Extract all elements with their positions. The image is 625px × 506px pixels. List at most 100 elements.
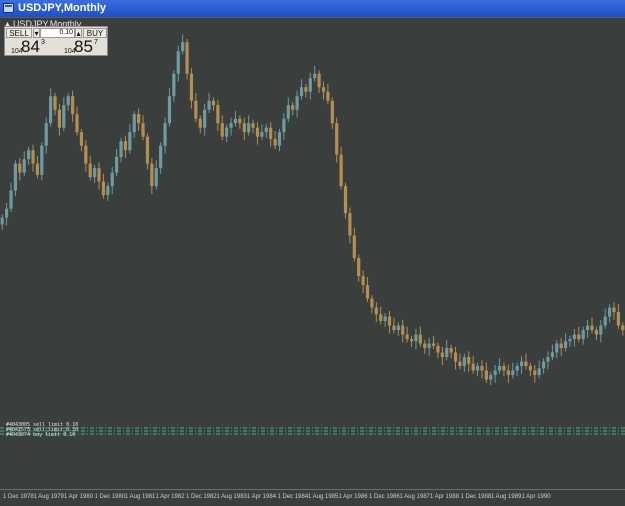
candle-body <box>264 127 268 133</box>
candle-body <box>119 141 123 157</box>
window-title: USDJPY,Monthly <box>18 2 107 14</box>
candle-body <box>128 132 132 151</box>
time-tick: 1 Apr 1988 <box>430 494 460 500</box>
candle-body <box>343 186 348 214</box>
candle-body <box>225 127 229 137</box>
time-tick: 1 Dec 1978 <box>3 494 34 500</box>
candle-body <box>154 168 158 187</box>
candle-body <box>101 181 106 196</box>
candle-body <box>79 132 84 146</box>
candle-body <box>295 96 299 110</box>
candle-body <box>330 100 334 124</box>
candle-body <box>269 127 273 139</box>
candle-body <box>176 51 180 74</box>
candle-body <box>480 366 484 371</box>
candle-body <box>27 150 31 160</box>
candle-body <box>594 330 598 335</box>
pending-order-lines <box>0 427 625 435</box>
candle-body <box>572 334 576 340</box>
candle-body <box>546 357 550 362</box>
candle-body <box>387 316 392 326</box>
candle-body <box>123 141 128 151</box>
candle-body <box>559 343 563 349</box>
time-tick: 1 Apr 1986 <box>338 494 368 500</box>
candle-body <box>0 217 4 225</box>
time-tick: 1 Dec 1986 <box>369 494 400 500</box>
candle-body <box>220 123 224 137</box>
time-tick: 1 Dec 1982 <box>186 494 217 500</box>
candle-body <box>555 343 559 353</box>
candle-body <box>581 330 585 340</box>
candle-body <box>379 314 383 322</box>
candle-body <box>423 343 427 349</box>
time-tick: 1 Aug 1983 <box>216 494 247 500</box>
candle-body <box>352 235 356 259</box>
candle-body <box>31 150 35 164</box>
candle-body <box>194 100 198 119</box>
candle-body <box>189 73 194 101</box>
candle-body <box>181 42 185 52</box>
candle-body <box>150 163 154 187</box>
candle-body <box>97 168 101 182</box>
candle-body <box>616 312 620 326</box>
chart-area[interactable]: ▲ USDJPY,Monthly SELL ▾ 0.10 ▴ BUY 104 84… <box>0 17 625 506</box>
candle-body <box>568 339 572 342</box>
order-labels: #4043005 sell limit 0.10 #4042575 sell l… <box>6 423 78 438</box>
candle-body <box>471 363 475 371</box>
candle-body <box>141 123 145 137</box>
order-label-3[interactable]: #4043074 buy limit 0.10 <box>6 433 78 438</box>
lot-size-input[interactable]: 0.10 <box>40 28 75 38</box>
candle-body <box>35 163 40 175</box>
candle-body <box>396 325 400 331</box>
candle-body <box>313 73 317 79</box>
candle-body <box>308 78 312 92</box>
candle-body <box>13 163 18 191</box>
time-tick: 1 Apr 1982 <box>155 494 185 500</box>
candle-body <box>607 307 612 317</box>
one-click-trading-panel: SELL ▾ 0.10 ▴ BUY 104 84 3 104 85 7 <box>4 26 108 56</box>
candle-body <box>502 366 506 371</box>
candle-body <box>563 341 568 349</box>
candle-body <box>405 334 409 340</box>
candle-body <box>511 370 515 376</box>
candle-body <box>216 105 220 124</box>
candle-body <box>93 168 97 178</box>
candle-body <box>229 123 233 128</box>
candle-body <box>167 96 172 124</box>
candle-body <box>233 118 238 124</box>
candle-body <box>427 343 431 349</box>
candle-body <box>110 172 114 187</box>
candle-body <box>185 42 189 74</box>
candle-body <box>361 276 365 286</box>
candle-body <box>383 316 387 322</box>
candle-body <box>339 154 343 187</box>
candle-body <box>493 370 497 376</box>
candle-body <box>286 105 290 119</box>
time-tick: 1 Dec 1984 <box>277 494 309 500</box>
title-bar[interactable]: USDJPY,Monthly <box>0 0 625 17</box>
candle-body <box>467 357 471 364</box>
candle-body <box>137 114 141 124</box>
candle-body <box>5 208 9 218</box>
candle-body <box>528 366 532 371</box>
candle-body <box>321 87 326 92</box>
candle-body <box>9 190 13 209</box>
time-axis: 1 Dec 1978 1 Aug 1979 1 Apr 1980 1 Dec 1980… <box>0 489 625 506</box>
candle-body <box>53 96 57 110</box>
candle-body <box>304 87 308 92</box>
time-tick: 1 Apr 1990 <box>521 494 551 500</box>
candle-body <box>475 366 480 371</box>
candle-body <box>621 325 625 331</box>
candle-body <box>238 118 242 124</box>
time-tick: 1 Aug 1981 <box>125 494 156 500</box>
candle-body <box>458 361 462 367</box>
candle-body <box>506 370 510 376</box>
candle-body <box>49 96 53 124</box>
candle-body <box>260 132 264 137</box>
candle-body <box>365 285 370 299</box>
candle-body <box>515 366 519 371</box>
candle-body <box>524 361 528 367</box>
time-tick: 1 Dec 1988 <box>460 494 492 500</box>
candle-body <box>255 127 260 137</box>
candle-body <box>519 361 524 367</box>
